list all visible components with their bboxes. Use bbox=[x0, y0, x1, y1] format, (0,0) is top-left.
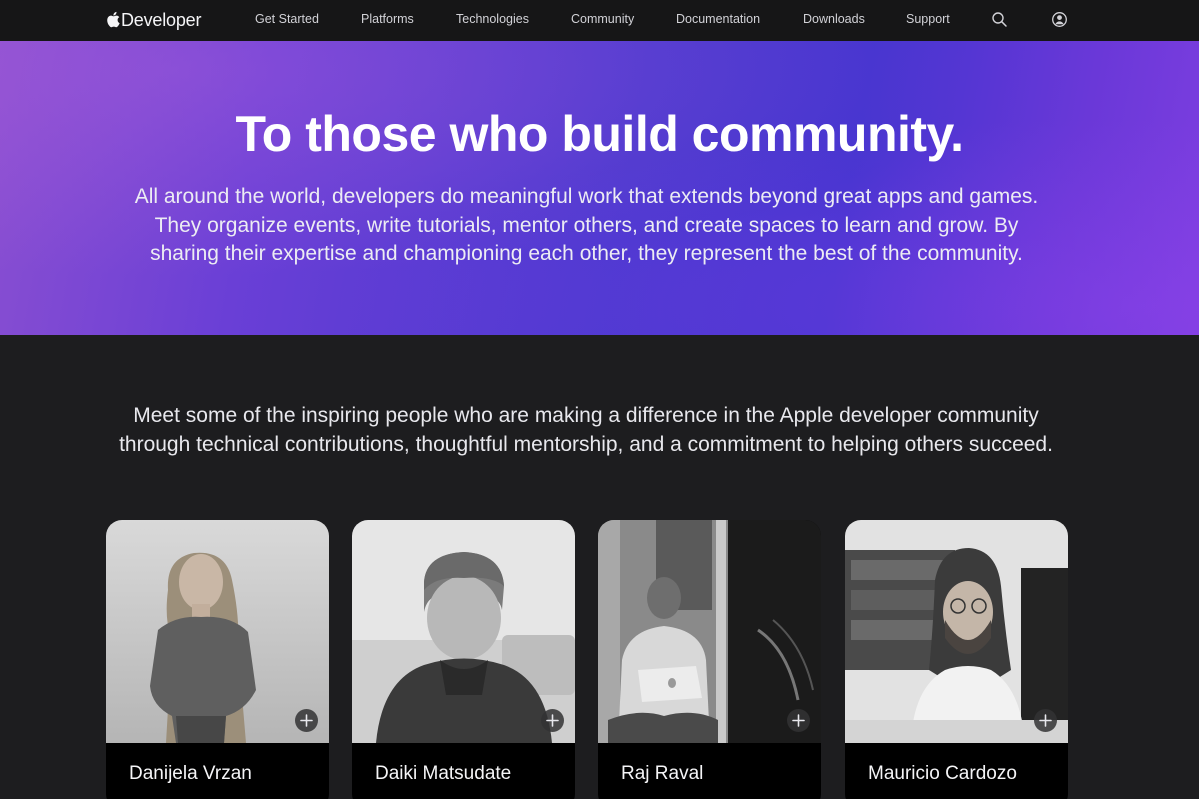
nav-get-started[interactable]: Get Started bbox=[255, 12, 319, 26]
plus-icon bbox=[546, 714, 559, 727]
global-nav: Developer Get Started Platforms Technolo… bbox=[0, 0, 1199, 41]
profile-card-daiki-matsudate[interactable]: Daiki Matsudate bbox=[352, 520, 575, 799]
nav-community[interactable]: Community bbox=[571, 12, 634, 26]
hero-description: All around the world, developers do mean… bbox=[134, 185, 1039, 265]
intro-text: Meet some of the inspiring people who ar… bbox=[119, 404, 1053, 456]
apple-logo-icon bbox=[107, 11, 120, 27]
search-icon[interactable] bbox=[991, 11, 1008, 28]
profile-name: Daiki Matsudate bbox=[375, 763, 512, 784]
plus-icon bbox=[300, 714, 313, 727]
nav-technologies[interactable]: Technologies bbox=[456, 12, 529, 26]
hero-title: To those who build community. bbox=[235, 106, 964, 162]
logo-text: Developer bbox=[121, 9, 202, 30]
nav-platforms[interactable]: Platforms bbox=[361, 12, 414, 26]
profile-card-mauricio-cardozo[interactable]: Mauricio Cardozo bbox=[845, 520, 1068, 799]
account-icon[interactable] bbox=[1051, 11, 1068, 28]
hero-banner: To those who build community. All around… bbox=[0, 41, 1199, 335]
nav-documentation[interactable]: Documentation bbox=[676, 12, 760, 26]
expand-button[interactable] bbox=[541, 709, 564, 732]
expand-button[interactable] bbox=[787, 709, 810, 732]
profile-card-danijela-vrzan[interactable]: Danijela Vrzan bbox=[106, 520, 329, 799]
expand-button[interactable] bbox=[295, 709, 318, 732]
profile-card-raj-raval[interactable]: Raj Raval bbox=[598, 520, 821, 799]
profile-name: Danijela Vrzan bbox=[129, 763, 252, 784]
profile-name: Mauricio Cardozo bbox=[868, 763, 1017, 784]
expand-button[interactable] bbox=[1034, 709, 1057, 732]
nav-downloads[interactable]: Downloads bbox=[803, 12, 865, 26]
profile-name: Raj Raval bbox=[621, 763, 704, 784]
nav-support[interactable]: Support bbox=[906, 12, 950, 26]
developer-logo[interactable]: Developer bbox=[106, 8, 201, 32]
plus-icon bbox=[792, 714, 805, 727]
plus-icon bbox=[1039, 714, 1052, 727]
